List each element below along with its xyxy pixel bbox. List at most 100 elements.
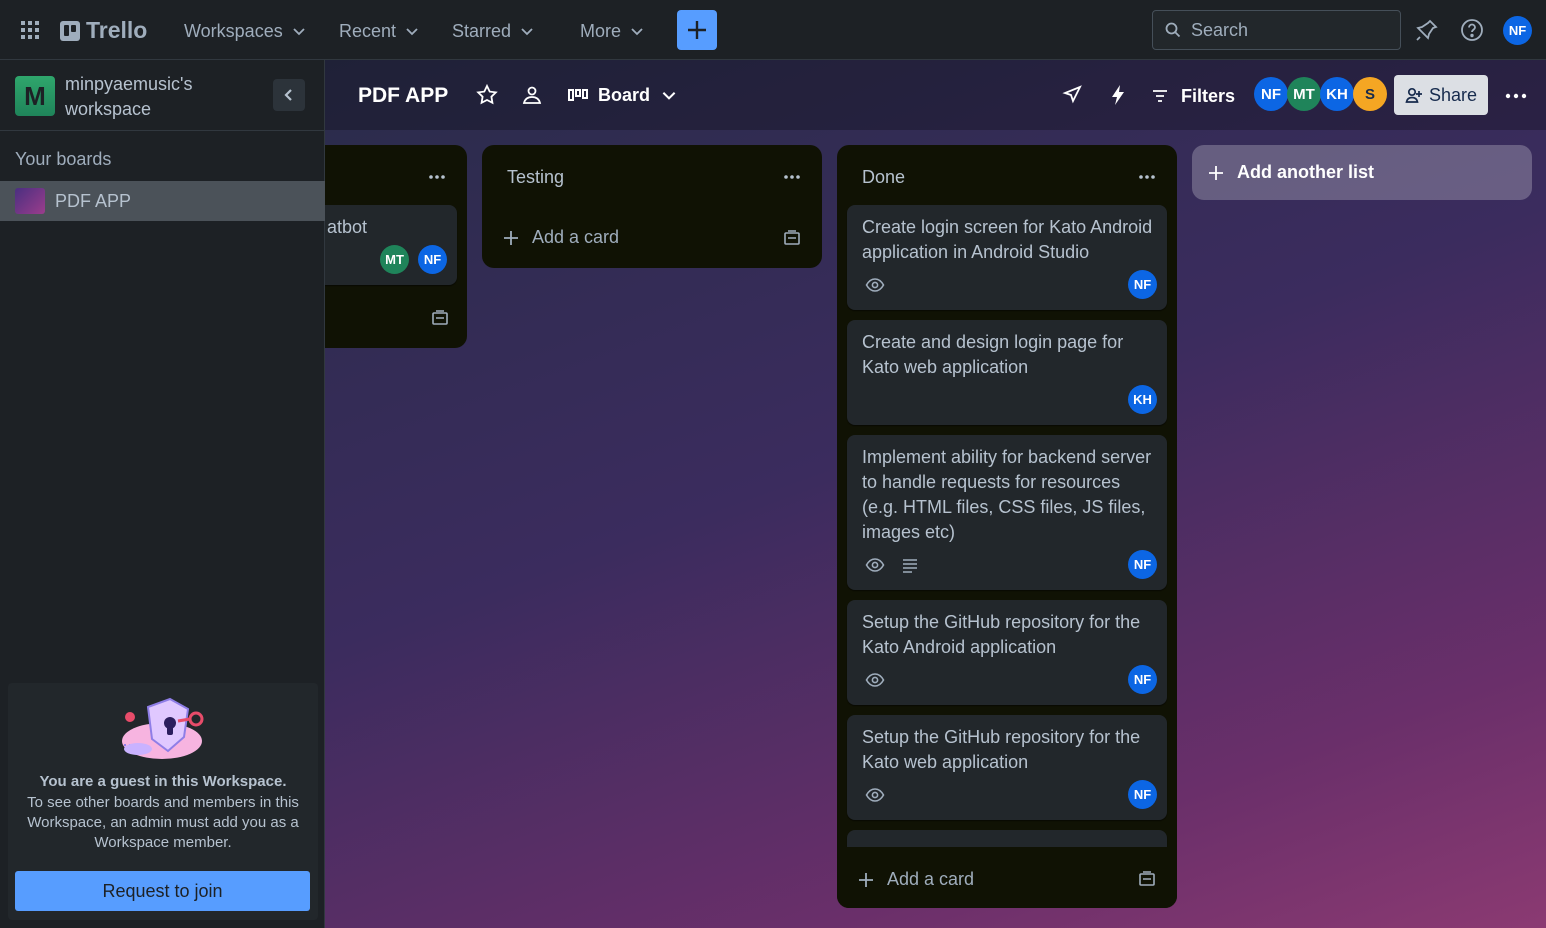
workspace-name[interactable]: minpyaemusic's workspace bbox=[65, 72, 255, 122]
card[interactable]: Create login screen for Kato Android app… bbox=[847, 205, 1167, 310]
card-template-icon[interactable] bbox=[782, 228, 802, 248]
card-title: Setup the GitHub repository for the Kato… bbox=[862, 612, 1141, 657]
list-partial: atbot MT NF bbox=[325, 145, 467, 348]
member-avatar[interactable]: NF bbox=[1254, 77, 1288, 111]
card-badges bbox=[865, 555, 919, 575]
plus-icon bbox=[1209, 165, 1223, 180]
card-member-avatar[interactable]: NF bbox=[1128, 780, 1157, 809]
trello-logo-icon bbox=[60, 20, 80, 41]
chevron-down-icon bbox=[521, 28, 533, 36]
star-icon[interactable] bbox=[475, 83, 499, 107]
guest-notice-text: To see other boards and members in this … bbox=[27, 794, 299, 851]
card-title: Create login screen for Kato Android app… bbox=[862, 217, 1153, 262]
more-menu-label: More bbox=[580, 20, 622, 41]
request-to-join-button[interactable]: Request to join bbox=[15, 871, 310, 911]
your-boards-heading: Your boards bbox=[15, 149, 112, 169]
member-avatar[interactable]: MT bbox=[1287, 77, 1321, 111]
add-card-button[interactable]: Add a card bbox=[857, 869, 974, 890]
starred-menu-label: Starred bbox=[452, 20, 512, 41]
member-avatar[interactable]: KH bbox=[1320, 77, 1354, 111]
workspace-logo: M bbox=[15, 76, 55, 116]
workspace-sidebar: M minpyaemusic's workspace Your boards P… bbox=[0, 60, 325, 928]
power-ups-icon[interactable] bbox=[1061, 83, 1085, 107]
watching-eye-icon bbox=[865, 278, 885, 292]
visibility-icon[interactable] bbox=[520, 83, 544, 107]
card-member-avatar[interactable]: NF bbox=[1128, 550, 1157, 579]
create-button[interactable] bbox=[677, 10, 717, 50]
board-thumbnail bbox=[15, 188, 45, 214]
card[interactable]: Setup the GitHub repository for the Kato… bbox=[847, 600, 1167, 705]
card-title: Create and design login page for Kato we… bbox=[862, 332, 1124, 377]
app-switcher-icon[interactable] bbox=[20, 20, 40, 40]
card-badges bbox=[865, 275, 885, 295]
member-avatar[interactable]: S bbox=[1353, 77, 1387, 111]
chevron-left-icon bbox=[284, 89, 292, 101]
trello-logo[interactable]: Trello bbox=[60, 17, 147, 44]
notifications-icon[interactable] bbox=[1414, 16, 1440, 44]
list-done: Done Create login screen for Kato Androi… bbox=[837, 145, 1177, 908]
share-button[interactable]: Share bbox=[1394, 75, 1488, 115]
list-title[interactable]: Done bbox=[862, 167, 905, 188]
board-view-label: Board bbox=[598, 84, 651, 105]
starred-menu[interactable]: Starred bbox=[452, 15, 535, 47]
card-member-avatar[interactable]: NF bbox=[418, 245, 447, 274]
workspaces-menu[interactable]: Workspaces bbox=[184, 15, 307, 47]
chevron-down-icon bbox=[662, 92, 676, 100]
plus-icon bbox=[859, 872, 873, 887]
lock-shield-illustration bbox=[118, 697, 208, 763]
watching-eye-icon bbox=[865, 673, 885, 687]
plus-icon bbox=[688, 21, 706, 39]
plus-icon bbox=[504, 230, 518, 245]
list-menu-icon[interactable] bbox=[782, 167, 802, 187]
sidebar-item-pdf-app[interactable]: PDF APP bbox=[0, 181, 325, 221]
card-template-icon[interactable] bbox=[430, 308, 450, 328]
collapse-sidebar-button[interactable] bbox=[273, 79, 305, 111]
chevron-down-icon bbox=[406, 28, 418, 36]
more-menu[interactable]: More bbox=[580, 15, 645, 47]
list-footer: Add a card bbox=[837, 847, 1177, 908]
search-icon bbox=[1165, 22, 1181, 38]
list-title[interactable]: Testing bbox=[507, 167, 564, 188]
board-view-icon bbox=[568, 89, 588, 101]
trello-logo-text: Trello bbox=[86, 17, 148, 43]
description-icon bbox=[903, 559, 917, 573]
card-title: Setup the GitHub repository for the Kato… bbox=[862, 727, 1141, 772]
card-member-avatar[interactable]: NF bbox=[1128, 665, 1157, 694]
recent-menu[interactable]: Recent bbox=[339, 15, 420, 47]
search-box[interactable] bbox=[1152, 10, 1401, 50]
list-menu-icon[interactable] bbox=[427, 167, 447, 187]
filters-button[interactable]: Filters bbox=[1151, 81, 1235, 111]
card[interactable]: Setup the GitHub repository for the Kato… bbox=[847, 715, 1167, 820]
search-input[interactable] bbox=[1191, 19, 1371, 41]
card-badges bbox=[865, 670, 885, 690]
help-icon[interactable] bbox=[1459, 16, 1485, 44]
card[interactable]: Implement ability for backend server to … bbox=[847, 435, 1167, 590]
list-menu-icon[interactable] bbox=[1137, 167, 1157, 187]
board-title[interactable]: PDF APP bbox=[358, 84, 448, 108]
card-member-avatar[interactable]: NF bbox=[1128, 270, 1157, 299]
workspace-header: M minpyaemusic's workspace bbox=[0, 60, 325, 131]
card[interactable]: Create and design login page for Kato we… bbox=[847, 320, 1167, 425]
add-another-list-button[interactable]: Add another list bbox=[1192, 145, 1532, 200]
board-header: PDF APP Board Filters NF MT KH S Share bbox=[325, 60, 1546, 130]
board-view-switcher[interactable]: Board bbox=[568, 81, 678, 109]
watching-eye-icon bbox=[865, 558, 885, 572]
add-card-label: Add a card bbox=[887, 869, 975, 889]
card[interactable]: atbot MT NF bbox=[325, 205, 457, 285]
card-template-icon[interactable] bbox=[1137, 869, 1157, 889]
chevron-down-icon bbox=[293, 28, 305, 36]
recent-menu-label: Recent bbox=[339, 20, 397, 41]
sidebar-item-label: PDF APP bbox=[55, 190, 132, 211]
card-member-avatar[interactable]: KH bbox=[1128, 385, 1157, 414]
guest-notice-panel: You are a guest in this Workspace. To se… bbox=[8, 683, 318, 920]
add-card-button[interactable]: Add a card bbox=[502, 227, 619, 248]
card-badges bbox=[865, 785, 885, 805]
board-menu-icon[interactable] bbox=[1501, 81, 1531, 111]
filters-label: Filters bbox=[1181, 85, 1236, 106]
guest-notice-title: You are a guest in this Workspace. bbox=[39, 773, 287, 790]
user-avatar[interactable]: NF bbox=[1503, 16, 1532, 45]
top-navigation: Trello Workspaces Recent Starred More NF bbox=[0, 0, 1546, 60]
add-card-label: Add a card bbox=[532, 227, 620, 247]
card-member-avatar[interactable]: MT bbox=[380, 245, 409, 274]
automation-icon[interactable] bbox=[1106, 83, 1130, 107]
